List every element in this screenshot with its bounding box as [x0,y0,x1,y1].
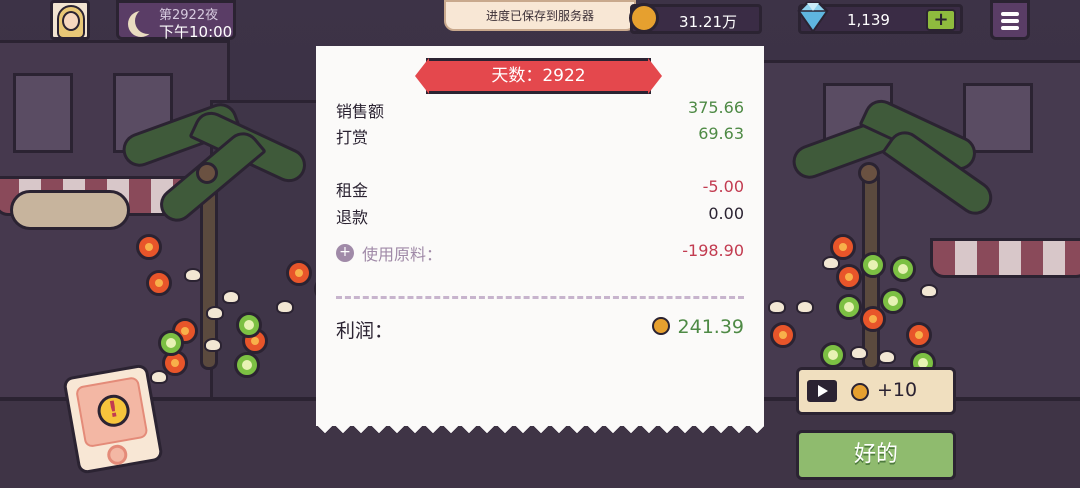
daily-receipt: 天数：2922 销售额 375.66 打赏 69.63 租金 -5.00 退款 … [316,46,764,442]
tomato-slice [906,322,932,348]
tomato-slice [860,306,886,332]
garlic-clove [920,284,938,298]
garlic-clove [850,346,868,360]
receipt-row-refund: 退款 0.00 [336,204,744,228]
gem-amount: 1,139 [847,11,890,29]
sales-amount: 375.66 [688,98,744,117]
alert-card-face: ! [74,376,149,449]
add-gems-button[interactable]: + [926,9,956,31]
receipt-row-ingredients[interactable]: + 使用原料： -198.90 [336,241,744,265]
jalapeno-slice [158,330,184,356]
avatar-face [62,11,80,31]
garlic-clove [184,268,202,282]
expand-plus-icon[interactable]: + [336,244,354,262]
jalapeno-slice [860,252,886,278]
diamond-icon [797,1,829,33]
refund-label: 退款 [336,208,369,227]
coconut [196,162,218,184]
coin-icon [851,383,869,401]
right-building [760,60,1080,400]
tomato-slice [136,234,162,260]
ingredients-label: 使用原料： [362,245,443,264]
ingredients-amount: -198.90 [682,241,744,260]
garlic-clove [150,370,168,384]
tomato-slice [836,264,862,290]
receipt-divider [336,296,744,299]
ok-button[interactable]: 好的 [796,430,956,480]
right-awning [930,238,1080,278]
jalapeno-slice [836,294,862,320]
rent-amount: -5.00 [702,177,744,196]
jalapeno-slice [234,352,260,378]
tips-label: 打赏 [336,128,369,147]
profit-total: 241.39 [651,316,744,338]
play-video-icon [807,380,837,402]
coin-icon [629,3,659,33]
rent-label: 租金 [336,181,369,200]
bone-sign [10,190,130,230]
day-banner: 天数：2922 [415,58,662,94]
alert-icon: ! [95,392,133,430]
garlic-clove [206,306,224,320]
moon-icon [135,8,161,34]
player-avatar[interactable] [50,0,90,40]
garlic-clove [222,290,240,304]
tips-amount: 69.63 [698,124,744,143]
garlic-clove [276,300,294,314]
jalapeno-slice [880,288,906,314]
profit-label: 利润： [336,320,394,342]
watch-ad-button[interactable]: +10 [796,367,956,415]
refund-amount: 0.00 [708,204,744,223]
garlic-clove [796,300,814,314]
gem-balance: 1,139 + [797,1,963,34]
garlic-clove [878,350,896,364]
save-toast: 进度已保存到服务器 [444,0,636,31]
day-time-panel: 第2922夜 下午10:00 [116,0,236,41]
jalapeno-slice [890,256,916,282]
jalapeno-slice [236,312,262,338]
coin-balance: 31.21万 [629,3,762,34]
garlic-clove [822,256,840,270]
jalapeno-slice [820,342,846,368]
garlic-clove [204,338,222,352]
tomato-slice [146,270,172,296]
tomato-slice [286,260,312,286]
tomato-slice [770,322,796,348]
profit-amount: 241.39 [677,316,744,338]
receipt-row-tips: 打赏 69.63 [336,124,744,148]
receipt-row-sales: 销售额 375.66 [336,98,744,122]
menu-button[interactable] [990,0,1030,40]
alert-card-button [105,443,129,467]
alert-card[interactable]: ! [62,363,164,475]
coconut [858,162,880,184]
garlic-clove [768,300,786,314]
clock-time: 下午10:00 [159,23,233,41]
coin-icon [651,317,670,335]
ad-reward-text: +10 [877,379,918,401]
coin-amount: 31.21万 [679,13,737,31]
sales-label: 销售额 [336,102,385,121]
receipt-row-rent: 租金 -5.00 [336,177,744,201]
